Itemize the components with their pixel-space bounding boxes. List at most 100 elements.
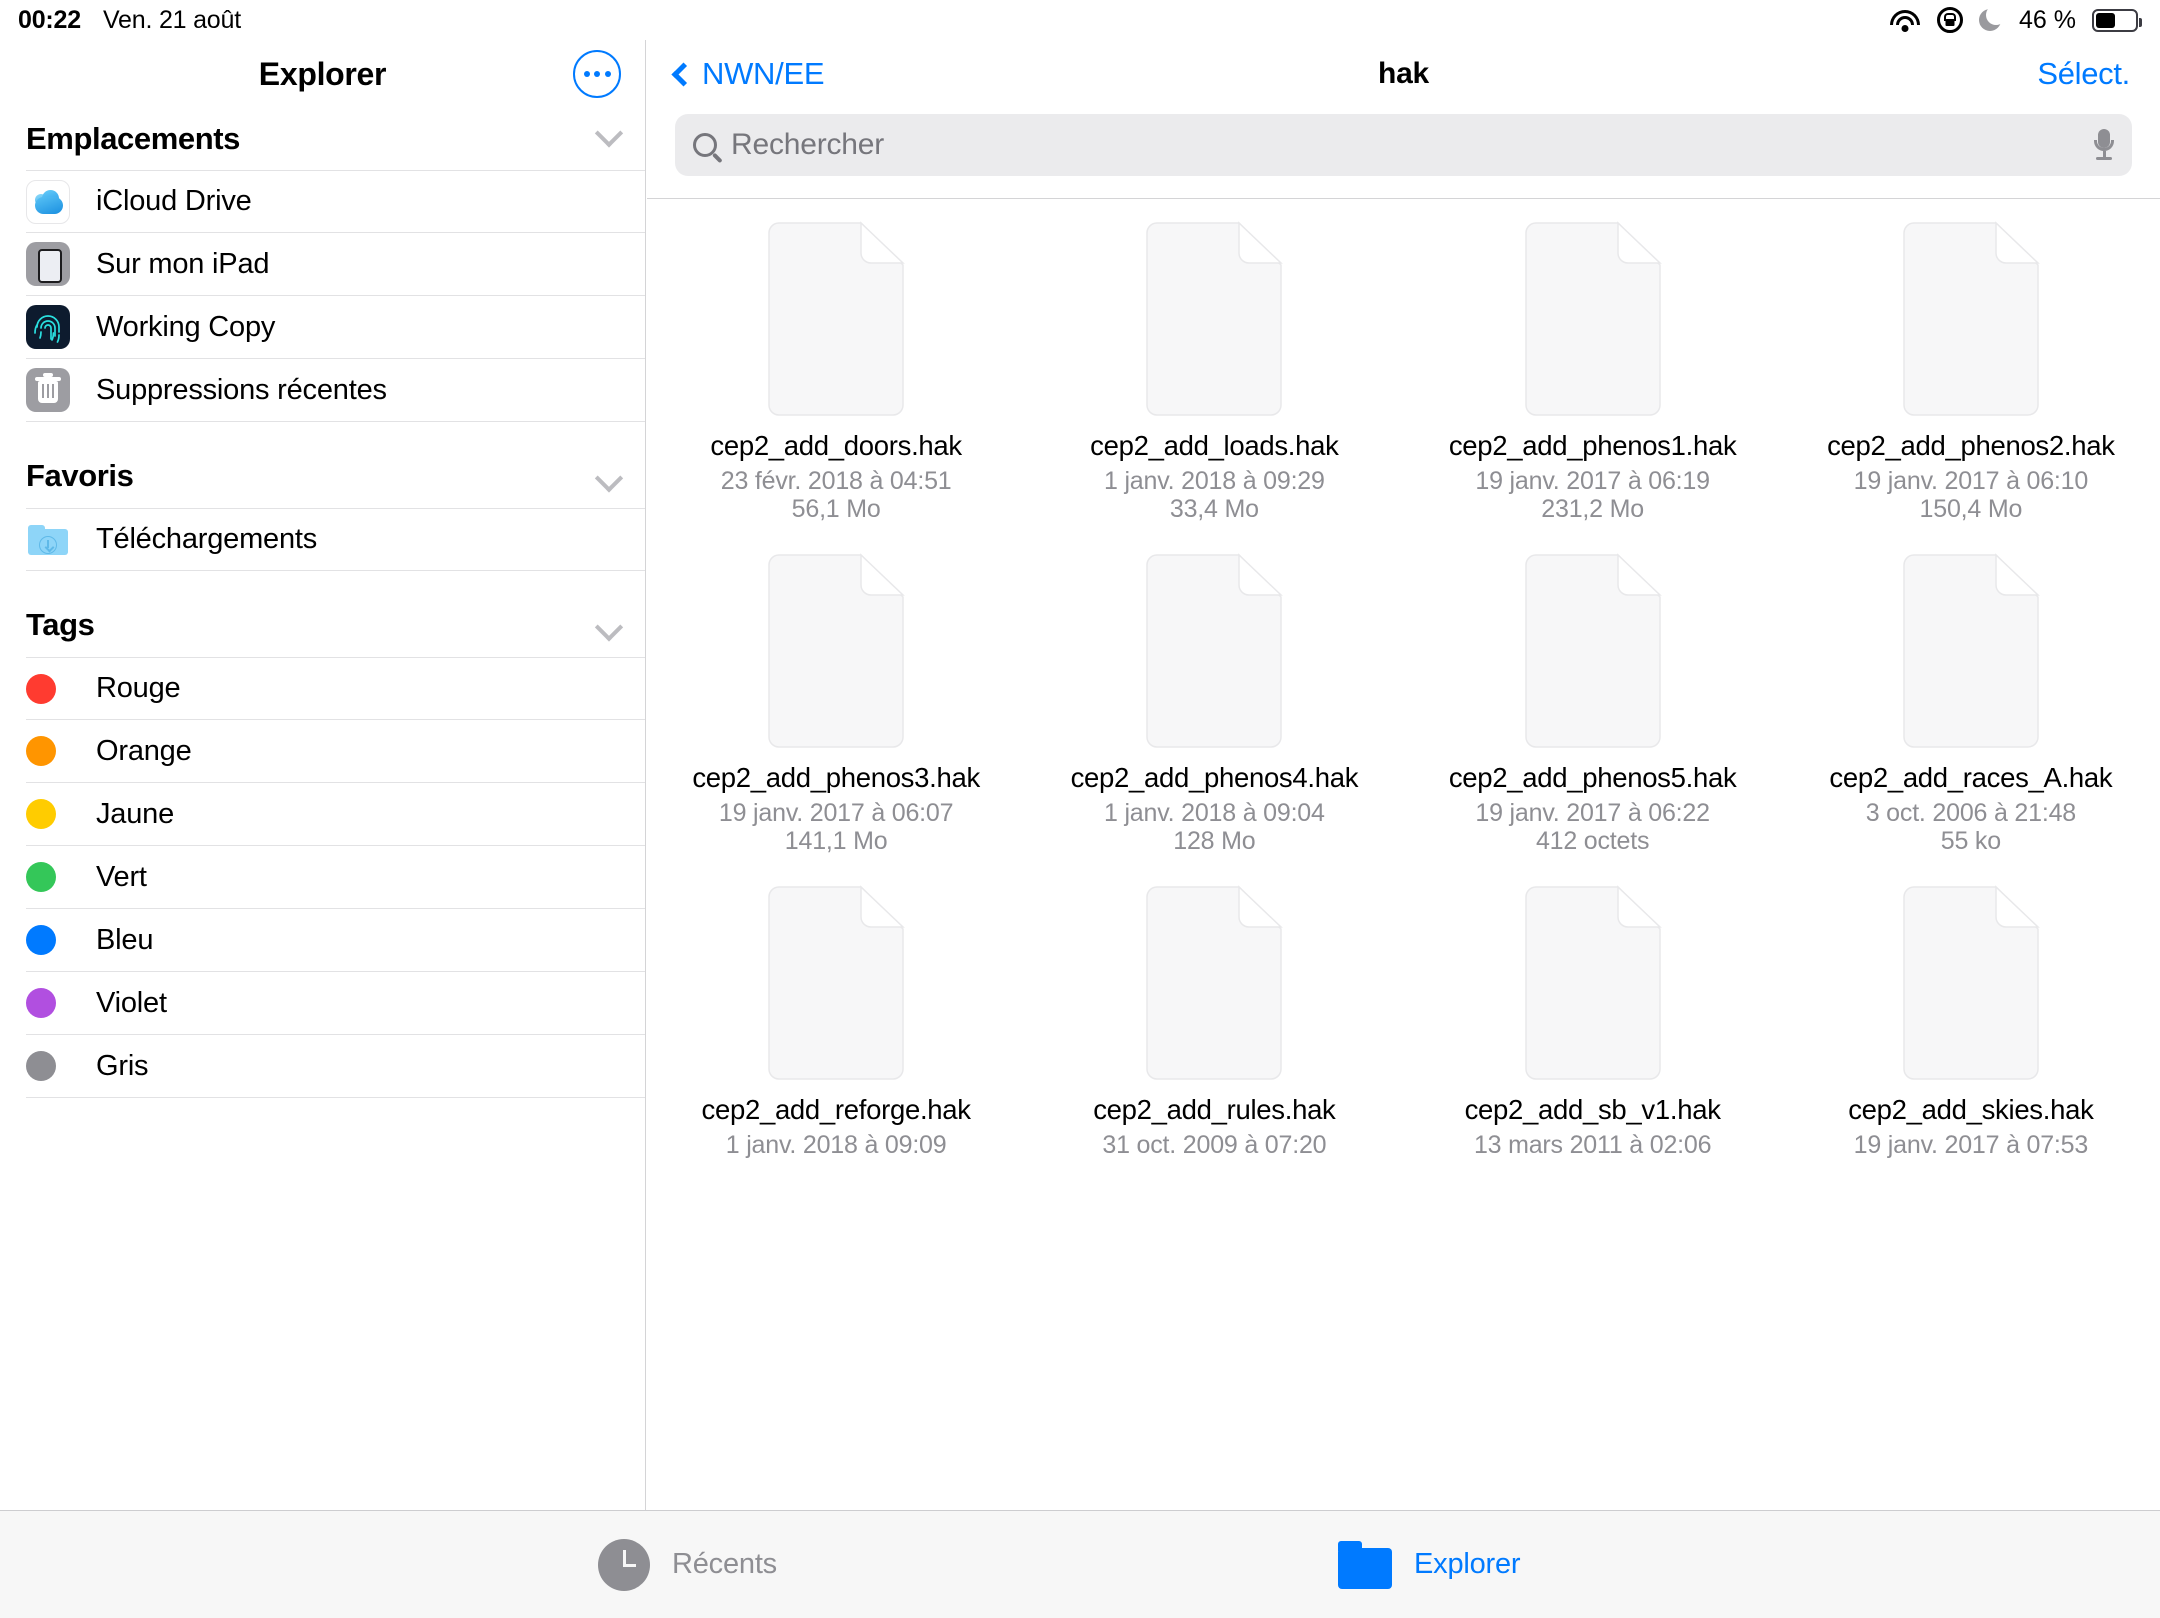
ipad-icon xyxy=(26,242,70,286)
file-size: 56,1 Mo xyxy=(791,494,881,523)
sidebar-item-tag-bleu[interactable]: Bleu xyxy=(26,909,645,972)
status-bar-right: 46 % xyxy=(1889,6,2160,35)
sidebar-section-title: Favoris xyxy=(26,458,134,493)
file-item[interactable]: cep2_add_reforge.hak 1 janv. 2018 à 09:09 xyxy=(647,885,1025,1217)
file-date: 23 févr. 2018 à 04:51 xyxy=(720,466,952,495)
document-file-icon xyxy=(1522,221,1664,417)
chevron-left-icon xyxy=(671,61,696,87)
file-item[interactable]: cep2_add_races_A.hak 3 oct. 2006 à 21:48 5… xyxy=(1782,553,2160,885)
document-file-icon xyxy=(765,553,907,749)
file-meta: 19 janv. 2017 à 06:19 231,2 Mo xyxy=(1475,466,1710,523)
select-button[interactable]: Sélect. xyxy=(2037,56,2130,92)
sidebar-item-label: Jaune xyxy=(96,797,175,830)
wifi-icon xyxy=(1889,8,1921,32)
sidebar-item-label: Rouge xyxy=(96,672,181,704)
microphone-icon[interactable] xyxy=(2094,129,2114,161)
file-date: 19 janv. 2017 à 06:10 xyxy=(1853,466,2089,495)
file-item[interactable]: cep2_add_phenos4.hak 1 janv. 2018 à 09:04… xyxy=(1025,553,1403,885)
file-item[interactable]: cep2_add_skies.hak 19 janv. 2017 à 07:53 xyxy=(1782,885,2160,1217)
sidebar-item-tag-rouge[interactable]: Rouge xyxy=(26,657,645,720)
back-button[interactable]: NWN/EE xyxy=(671,56,825,92)
tab-recents[interactable]: Récents xyxy=(598,1538,777,1591)
tab-label: Récents xyxy=(672,1548,777,1580)
tag-color-dot-icon xyxy=(26,736,56,766)
file-meta: 3 oct. 2006 à 21:48 55 ko xyxy=(1866,799,2076,855)
file-item[interactable]: cep2_add_phenos1.hak 19 janv. 2017 à 06:1… xyxy=(1404,221,1782,553)
file-meta: 23 févr. 2018 à 04:51 56,1 Mo xyxy=(721,467,952,523)
file-name: cep2_add_phenos2.hak xyxy=(1827,430,2115,461)
sidebar-item-working-copy[interactable]: Working Copy xyxy=(26,296,645,359)
sidebar-item-label: Bleu xyxy=(96,923,154,956)
sidebar-section-tags-header[interactable]: Tags xyxy=(0,571,645,657)
sidebar-item-tag-violet[interactable]: Violet xyxy=(26,972,645,1035)
file-size: 231,2 Mo xyxy=(1541,494,1644,523)
file-name: cep2_add_skies.hak xyxy=(1848,1094,2094,1125)
sidebar-item-telechargements[interactable]: Téléchargements xyxy=(26,508,645,571)
document-file-icon xyxy=(1143,221,1285,417)
sidebar-item-tag-vert[interactable]: Vert xyxy=(26,846,645,909)
file-meta: 13 mars 2011 à 02:06 xyxy=(1473,1130,1712,1159)
tag-color-dot-icon xyxy=(26,988,56,1018)
sidebar-item-sur-mon-ipad[interactable]: Sur mon iPad xyxy=(26,233,645,296)
file-meta: 1 janv. 2018 à 09:29 33,4 Mo xyxy=(1104,467,1325,523)
file-name: cep2_add_phenos3.hak xyxy=(692,762,980,793)
trash-icon xyxy=(26,368,70,412)
status-date: Ven. 21 août xyxy=(102,5,241,34)
file-item[interactable]: cep2_add_loads.hak 1 janv. 2018 à 09:29 33… xyxy=(1025,221,1403,553)
downloads-folder-icon xyxy=(26,518,70,562)
sidebar-item-tag-orange[interactable]: Orange xyxy=(26,720,645,783)
file-name: cep2_add_races_A.hak xyxy=(1829,762,2113,793)
file-item[interactable]: cep2_add_rules.hak 31 oct. 2009 à 07:20 xyxy=(1025,885,1403,1217)
tag-color-dot-icon xyxy=(26,1051,56,1081)
file-meta: 19 janv. 2017 à 07:53 xyxy=(1854,1131,2089,1159)
file-size: 33,4 Mo xyxy=(1169,494,1259,523)
rotation-lock-icon xyxy=(1937,7,1964,33)
document-file-icon xyxy=(765,221,907,417)
tab-label: Explorer xyxy=(1414,1548,1521,1580)
file-meta: 31 oct. 2009 à 07:20 xyxy=(1102,1131,1326,1159)
file-item[interactable]: cep2_add_phenos2.hak 19 janv. 2017 à 06:1… xyxy=(1782,221,2160,553)
sidebar-item-tag-gris[interactable]: Gris xyxy=(26,1035,645,1098)
sidebar-item-icloud-drive[interactable]: iCloud Drive xyxy=(26,170,645,233)
file-date: 1 janv. 2018 à 09:09 xyxy=(725,1130,947,1159)
document-file-icon xyxy=(1900,885,2042,1081)
file-date: 13 mars 2011 à 02:06 xyxy=(1473,1130,1712,1159)
icloud-drive-icon xyxy=(26,179,70,224)
file-size: 55 ko xyxy=(1940,826,2001,855)
sidebar-item-label: Téléchargements xyxy=(96,523,318,555)
sidebar-item-label: Working Copy xyxy=(96,310,276,343)
sidebar-item-label: Gris xyxy=(96,1049,149,1082)
file-size: 141,1 Mo xyxy=(784,826,888,855)
chevron-down-icon[interactable] xyxy=(594,613,624,642)
sidebar-section-favoris-header[interactable]: Favoris xyxy=(0,422,645,508)
file-name: cep2_add_sb_v1.hak xyxy=(1464,1094,1721,1125)
chevron-down-icon[interactable] xyxy=(594,464,624,493)
search-input[interactable]: Rechercher xyxy=(675,114,2132,176)
back-button-label: NWN/EE xyxy=(702,56,825,91)
file-meta: 1 janv. 2018 à 09:04 128 Mo xyxy=(1104,799,1325,855)
sidebar-header: Explorer xyxy=(0,40,645,108)
file-item[interactable]: cep2_add_doors.hak 23 févr. 2018 à 04:51 5… xyxy=(647,221,1025,553)
more-icon[interactable] xyxy=(573,50,621,98)
document-file-icon xyxy=(1143,553,1285,749)
search-bar-container: Rechercher xyxy=(647,108,2160,199)
sidebar-item-tag-jaune[interactable]: Jaune xyxy=(26,783,645,846)
document-file-icon xyxy=(1900,553,2042,749)
file-grid: cep2_add_doors.hak 23 févr. 2018 à 04:51 5… xyxy=(647,199,2160,1217)
document-file-icon xyxy=(1900,221,2042,417)
chevron-down-icon[interactable] xyxy=(594,119,624,148)
file-meta: 19 janv. 2017 à 06:10 150,4 Mo xyxy=(1853,466,2089,523)
status-bar-left: 00:22 Ven. 21 août xyxy=(0,6,241,35)
file-item[interactable]: cep2_add_phenos3.hak 19 janv. 2017 à 06:0… xyxy=(647,553,1025,885)
search-placeholder: Rechercher xyxy=(731,128,885,161)
sidebar-section-emplacements-header[interactable]: Emplacements xyxy=(0,108,645,170)
tag-color-dot-icon xyxy=(26,925,56,955)
sidebar-item-suppressions-recentes[interactable]: Suppressions récentes xyxy=(26,359,645,422)
file-item[interactable]: cep2_add_phenos5.hak 19 janv. 2017 à 06:2… xyxy=(1404,553,1782,885)
file-date: 19 janv. 2017 à 06:19 xyxy=(1475,466,1710,495)
file-meta: 1 janv. 2018 à 09:09 xyxy=(726,1131,947,1159)
file-meta: 19 janv. 2017 à 06:22 412 octets xyxy=(1475,799,1710,855)
tab-explorer[interactable]: Explorer xyxy=(1338,1540,1521,1589)
file-item[interactable]: cep2_add_sb_v1.hak 13 mars 2011 à 02:06 xyxy=(1404,885,1782,1217)
file-date: 1 janv. 2018 à 09:04 xyxy=(1104,798,1325,827)
